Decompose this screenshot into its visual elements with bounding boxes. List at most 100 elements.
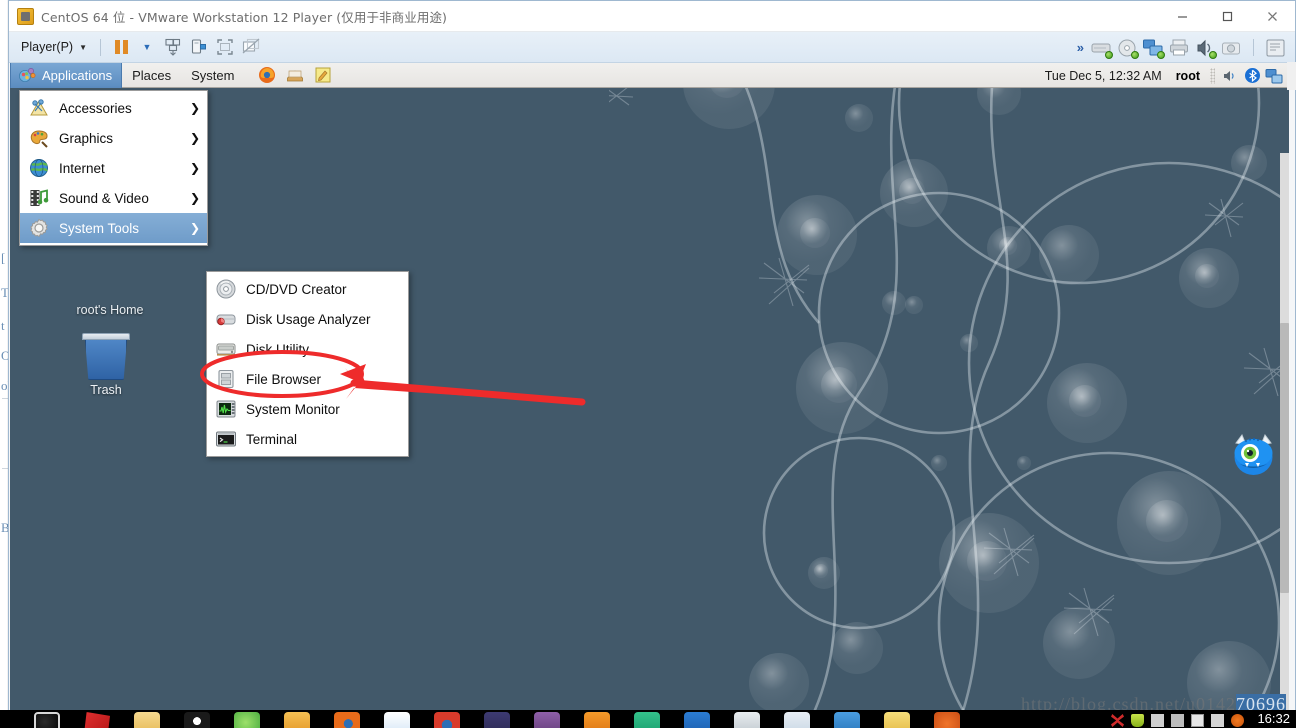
- submenu-item-disk-utility[interactable]: Disk Utility: [207, 334, 408, 364]
- bluetooth-tray-icon[interactable]: [1241, 65, 1263, 87]
- window-titlebar[interactable]: CentOS 64 位 - VMware Workstation 12 Play…: [9, 1, 1295, 32]
- app-grid-icon[interactable]: [522, 712, 572, 728]
- full-screen-button[interactable]: [212, 35, 238, 59]
- outlook-icon[interactable]: [272, 712, 322, 728]
- chrome-icon[interactable]: [422, 712, 472, 728]
- desktop-icon-trash[interactable]: Trash: [82, 333, 130, 397]
- tray-window-icon[interactable]: [1191, 714, 1204, 727]
- pause-dropdown-caret[interactable]: ▼: [134, 35, 160, 59]
- tray-ime-icon[interactable]: [1151, 714, 1164, 727]
- tray-x-icon[interactable]: [1111, 714, 1124, 727]
- opera-icon[interactable]: [922, 712, 972, 728]
- ie-flag-icon[interactable]: [72, 712, 122, 728]
- chevron-right-icon: ❯: [189, 131, 200, 145]
- notes-icon[interactable]: [622, 712, 672, 728]
- connected-badge: [1209, 50, 1217, 59]
- panel-clock[interactable]: Tue Dec 5, 12:32 AM: [1037, 69, 1170, 83]
- network-adapter-icon[interactable]: [1142, 37, 1165, 59]
- menu-item-sound-video[interactable]: Sound & Video ❯: [20, 183, 207, 213]
- panel-username[interactable]: root: [1170, 69, 1206, 83]
- menu-item-accessories[interactable]: Accessories ❯: [20, 93, 207, 123]
- submenu-item-system-monitor[interactable]: System Monitor: [207, 394, 408, 424]
- folder2-icon[interactable]: [872, 712, 922, 728]
- sound-video-icon: [28, 187, 50, 209]
- vmware-toolbar: Player(P) ▼ ▼ »: [9, 32, 1295, 63]
- printer-icon[interactable]: [1168, 37, 1191, 59]
- menu-item-label: Graphics: [59, 130, 114, 146]
- blue-monster-icon[interactable]: [1226, 427, 1281, 482]
- foxmail-icon[interactable]: [372, 712, 422, 728]
- pause-button[interactable]: [108, 35, 134, 59]
- submenu-item-label: File Browser: [246, 371, 322, 387]
- unity-mode-icon: [242, 38, 260, 54]
- folder-explorer-icon[interactable]: [122, 712, 172, 728]
- vmware-device-tray: »: [1075, 32, 1287, 63]
- toolbar-divider: [1253, 39, 1254, 56]
- tray-settings-icon[interactable]: [1211, 714, 1224, 727]
- player-menu-button[interactable]: Player(P) ▼: [15, 38, 93, 56]
- manage-icon[interactable]: [1264, 37, 1287, 59]
- guest-scrollbar[interactable]: [1280, 153, 1289, 711]
- thunder-icon[interactable]: [572, 712, 622, 728]
- usb-device-button[interactable]: [186, 35, 212, 59]
- firefox-icon[interactable]: [322, 712, 372, 728]
- qq-penguin-icon[interactable]: [172, 712, 222, 728]
- desktop-home-label[interactable]: root's Home: [62, 303, 158, 317]
- menu-item-graphics[interactable]: Graphics ❯: [20, 123, 207, 153]
- chevron-right-icon: ❯: [189, 191, 200, 205]
- chevron-down-icon: ▼: [79, 42, 88, 52]
- volume-tray-icon[interactable]: [1219, 65, 1241, 87]
- wechat-icon[interactable]: [222, 712, 272, 728]
- start-orb-icon[interactable]: [22, 712, 72, 728]
- menu-item-system-tools[interactable]: System Tools ❯: [20, 213, 207, 243]
- send-ctrl-alt-del-button[interactable]: [160, 35, 186, 59]
- applications-menu-button[interactable]: Applications: [10, 63, 123, 88]
- system-menu-button[interactable]: System: [181, 63, 244, 88]
- gedit-launcher-icon[interactable]: [309, 63, 337, 88]
- camera-icon[interactable]: [1220, 37, 1243, 59]
- tray-shield-icon[interactable]: [1131, 714, 1144, 727]
- gnome-panel-tray: Tue Dec 5, 12:32 AM root: [1037, 63, 1289, 88]
- terminal-icon[interactable]: [722, 712, 772, 728]
- submenu-item-cd-dvd-creator[interactable]: CD/DVD Creator: [207, 274, 408, 304]
- pdf-icon[interactable]: [772, 712, 822, 728]
- minimize-button[interactable]: [1160, 1, 1205, 32]
- cd-dvd-icon[interactable]: [1116, 37, 1139, 59]
- host-taskbar-clock[interactable]: 16:32: [1257, 711, 1290, 726]
- system-tools-gear-icon: [28, 217, 50, 239]
- menu-item-label: Sound & Video: [59, 190, 149, 206]
- disk-utility-icon: [215, 338, 237, 360]
- window-title: CentOS 64 位 - VMware Workstation 12 Play…: [41, 9, 448, 25]
- terminal-icon: [215, 428, 237, 450]
- tray-keyboard-icon[interactable]: [1171, 714, 1184, 727]
- toolbar-divider: [100, 38, 102, 56]
- firefox-launcher-icon[interactable]: [253, 63, 281, 88]
- chevron-right-icon: ❯: [189, 161, 200, 175]
- system-menu-label: System: [191, 67, 235, 83]
- unity-mode-button[interactable]: [238, 35, 264, 59]
- excel-icon[interactable]: [822, 712, 872, 728]
- submenu-item-label: System Monitor: [246, 401, 340, 417]
- system-monitor-icon: [215, 398, 237, 420]
- send-keys-icon: [165, 38, 181, 56]
- cd-disc-icon: [215, 278, 237, 300]
- sound-card-icon[interactable]: [1194, 37, 1217, 59]
- guest-scrollbar-thumb[interactable]: [1280, 323, 1289, 593]
- places-menu-button[interactable]: Places: [122, 63, 181, 88]
- submenu-item-disk-usage-analyzer[interactable]: Disk Usage Analyzer: [207, 304, 408, 334]
- host-scrollbar-track[interactable]: [1287, 62, 1296, 90]
- overflow-chevron-icon[interactable]: »: [1075, 40, 1087, 55]
- tray-grip-handle[interactable]: [1210, 67, 1215, 84]
- word-icon[interactable]: [672, 712, 722, 728]
- close-button[interactable]: [1250, 1, 1295, 32]
- submenu-item-terminal[interactable]: Terminal: [207, 424, 408, 454]
- submenu-item-file-browser[interactable]: File Browser: [207, 364, 408, 394]
- network-tray-icon[interactable]: [1263, 65, 1285, 87]
- edge-icon[interactable]: [472, 712, 522, 728]
- maximize-button[interactable]: [1205, 1, 1250, 32]
- menu-item-internet[interactable]: Internet ❯: [20, 153, 207, 183]
- evolution-launcher-icon[interactable]: [281, 63, 309, 88]
- hard-disk-icon[interactable]: [1090, 37, 1113, 59]
- submenu-item-label: Terminal: [246, 431, 298, 447]
- tray-orange-icon[interactable]: [1231, 714, 1244, 727]
